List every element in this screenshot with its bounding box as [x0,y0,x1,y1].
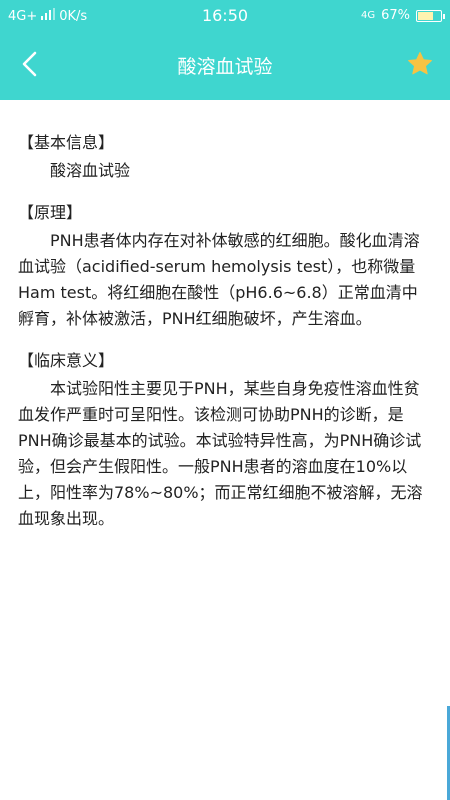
section-clinical-significance: 【临床意义】 本试验阳性主要见于PNH，某些自身免疫性溶血性贫血发作严重时可呈阳… [18,348,432,532]
section-principle: 【原理】 PNH患者体内存在对补体敏感的红细胞。酸化血清溶血试验（acidifi… [18,200,432,332]
section-text: PNH患者体内存在对补体敏感的红细胞。酸化血清溶血试验（acidified-se… [18,231,420,328]
section-text: 酸溶血试验 [50,161,131,180]
status-bar: 4G+ 0K/s 16:50 4G 67% [0,0,450,32]
section-heading: 【临床意义】 [18,351,115,370]
favorite-button[interactable] [402,48,438,84]
status-right: 4G 67% [360,8,445,23]
section-heading: 【基本信息】 [18,133,115,152]
star-icon [406,50,434,82]
navbar: 酸溶血试验 [0,32,450,100]
battery-icon [416,9,445,22]
battery-fill [418,11,433,20]
secondary-network: 4G [360,10,376,21]
section-heading: 【原理】 [18,203,83,222]
battery-percent: 67% [381,8,410,23]
section-text: 本试验阳性主要见于PNH，某些自身免疫性溶血性贫血发作严重时可呈阳性。该检测可协… [18,379,423,528]
page-title: 酸溶血试验 [177,56,273,78]
article-content: 【基本信息】 酸溶血试验 【原理】 PNH患者体内存在对补体敏感的红细胞。酸化血… [18,130,432,532]
section-basic-info: 【基本信息】 酸溶血试验 [18,130,432,184]
